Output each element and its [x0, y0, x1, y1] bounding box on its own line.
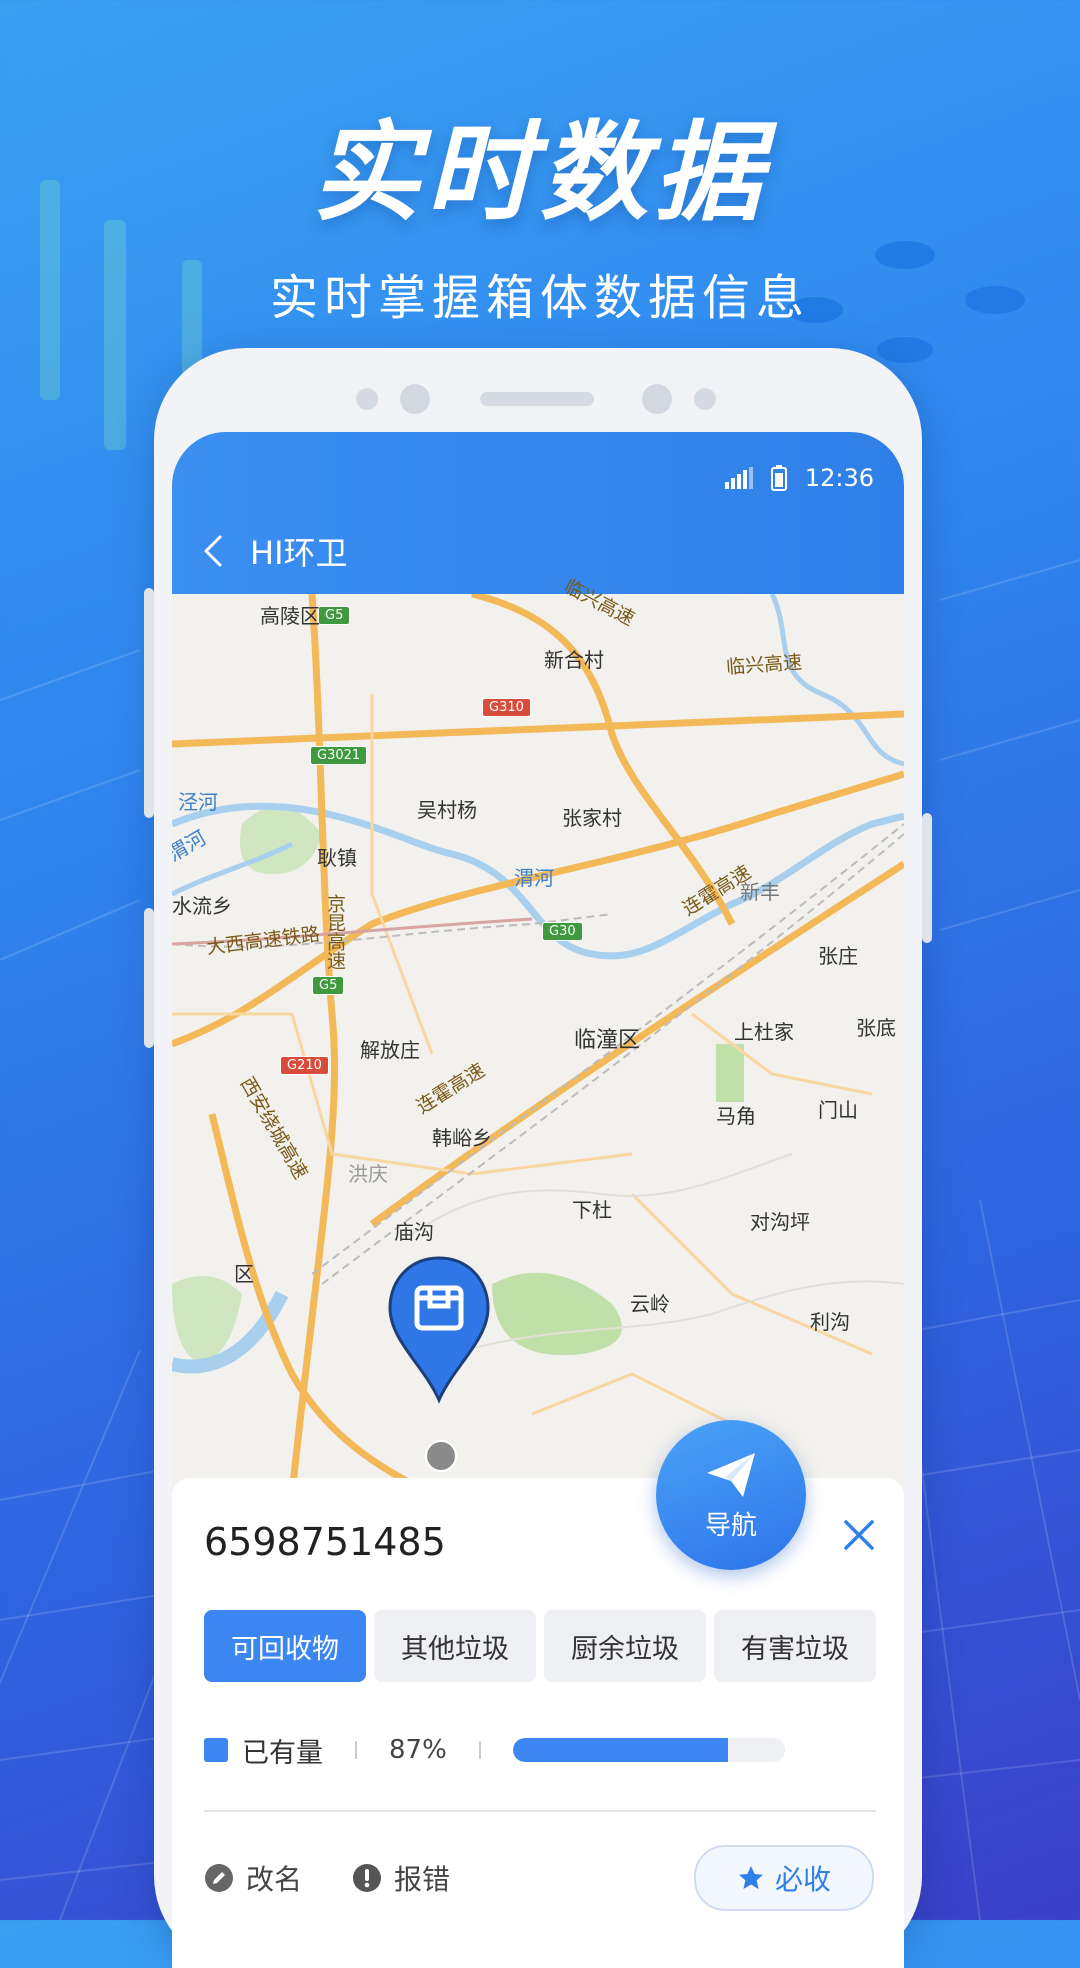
- pencil-icon: [205, 1864, 233, 1892]
- camera-dot: [400, 384, 430, 414]
- phone-screen: 12:36 HI环卫 G5 G310 G3021 G30 G5 G210 高陵区…: [172, 432, 904, 1968]
- fill-level-row: 已有量 87%: [204, 1730, 874, 1770]
- phone-side-button: [922, 813, 932, 943]
- road-badge: G30: [542, 922, 583, 941]
- status-bar: 12:36: [724, 460, 874, 496]
- divider: [204, 1810, 876, 1812]
- waste-type-tabs: 可回收物 其他垃圾 厨余垃圾 有害垃圾: [204, 1610, 876, 1682]
- phone-side-button: [144, 908, 154, 1048]
- tab-hazardous-waste[interactable]: 有害垃圾: [714, 1610, 876, 1682]
- map-place-label: 韩峪乡: [432, 1126, 492, 1150]
- fill-legend-square: [204, 1738, 228, 1762]
- map-place-label: 区: [234, 1262, 254, 1286]
- road-badge: G310: [482, 698, 531, 717]
- promo-headline: 实时数据 实时掌握箱体数据信息: [0, 120, 1080, 328]
- battery-icon: [770, 465, 787, 491]
- action-row: 改名 报错 必收: [204, 1838, 874, 1918]
- star-icon: [738, 1866, 763, 1889]
- must-collect-label: 必收: [774, 1863, 831, 1896]
- phone-side-button: [144, 588, 154, 818]
- exclamation-icon: [353, 1864, 382, 1892]
- report-error-label: 报错: [394, 1863, 451, 1896]
- tab-kitchen-waste[interactable]: 厨余垃圾: [544, 1610, 706, 1682]
- signal-icon: [724, 467, 753, 489]
- phone-speaker: [480, 392, 594, 406]
- map-place-label: 张庄: [818, 944, 858, 968]
- phone-frame: 12:36 HI环卫 G5 G310 G3021 G30 G5 G210 高陵区…: [144, 348, 932, 1968]
- app-header: 12:36 HI环卫: [172, 432, 904, 594]
- fill-progress-bar: [512, 1738, 785, 1762]
- promo-subtitle: 实时掌握箱体数据信息: [269, 270, 810, 326]
- paper-plane-icon: [707, 1452, 755, 1497]
- navigate-button[interactable]: 导航: [656, 1420, 806, 1570]
- map-place-label: 门山: [818, 1098, 858, 1122]
- map-place-label: 临潼区: [574, 1028, 641, 1053]
- fill-level-label: 已有量: [242, 1737, 323, 1769]
- fill-percent: 87%: [389, 1735, 447, 1765]
- map-place-label: 马角: [716, 1104, 756, 1128]
- device-id: 6598751485: [204, 1520, 446, 1564]
- bin-detail-panel: 6598751485 可回收物 其他垃圾 厨余垃圾 有害垃圾 已有量 87% 改…: [172, 1478, 904, 1968]
- map-place-label: 张底: [856, 1016, 896, 1040]
- map-road-label: 京昆高速: [324, 894, 346, 970]
- separator: [478, 1741, 481, 1759]
- map-place-label: 新合村: [544, 648, 604, 672]
- map-place-label: 高陵区: [260, 604, 320, 628]
- map-place-label: 云岭: [630, 1292, 670, 1316]
- rename-label: 改名: [246, 1863, 303, 1896]
- location-dot: [425, 1440, 457, 1472]
- map-place-label: 水流乡: [172, 894, 232, 918]
- status-time: 12:36: [804, 464, 874, 492]
- app-title: HI环卫: [250, 534, 348, 572]
- fill-progress-value: [512, 1738, 728, 1762]
- close-icon[interactable]: [842, 1518, 876, 1552]
- map-place-label: 下杜: [572, 1198, 612, 1222]
- map-place-label: 吴村杨: [417, 798, 477, 822]
- navigate-label: 导航: [704, 1510, 757, 1541]
- rename-button[interactable]: 改名: [204, 1858, 302, 1898]
- map-place-label: 庙沟: [394, 1220, 434, 1244]
- map-place-label: 解放庄: [360, 1038, 420, 1062]
- road-badge: G210: [280, 1056, 329, 1075]
- chevron-left-icon[interactable]: [202, 534, 224, 568]
- map-water-label: 泾河: [178, 790, 218, 814]
- separator: [355, 1741, 357, 1759]
- map-view[interactable]: G5 G310 G3021 G30 G5 G210 高陵区 新合村 吴村杨 张家…: [172, 575, 904, 1494]
- map-place-label: 利沟: [810, 1310, 850, 1334]
- must-collect-button[interactable]: 必收: [694, 1845, 874, 1911]
- map-canvas: [172, 594, 904, 1494]
- map-place-label: 洪庆: [348, 1162, 388, 1186]
- road-badge: G5: [318, 606, 351, 625]
- sensor-dot: [356, 388, 378, 410]
- map-water-label: 渭河: [514, 866, 554, 890]
- map-place-label: 上杜家: [734, 1020, 794, 1044]
- app-nav: HI环卫: [202, 528, 348, 574]
- map-place-label: 对沟坪: [750, 1210, 810, 1234]
- road-badge: G3021: [310, 746, 368, 765]
- road-badge: G5: [312, 976, 345, 995]
- tab-other-waste[interactable]: 其他垃圾: [374, 1610, 536, 1682]
- map-place-label: 耿镇: [317, 846, 357, 870]
- tab-recyclable[interactable]: 可回收物: [204, 1610, 366, 1682]
- map-place-label: 张家村: [562, 806, 622, 830]
- sensor-dot: [694, 388, 716, 410]
- trash-box-icon[interactable]: [384, 1254, 494, 1404]
- phone-top-sensors: [154, 384, 922, 414]
- map-road-label: 临兴高速: [725, 651, 803, 679]
- promo-title: 实时数据: [311, 111, 768, 236]
- camera-dot: [642, 384, 672, 414]
- report-error-button[interactable]: 报错: [352, 1858, 450, 1898]
